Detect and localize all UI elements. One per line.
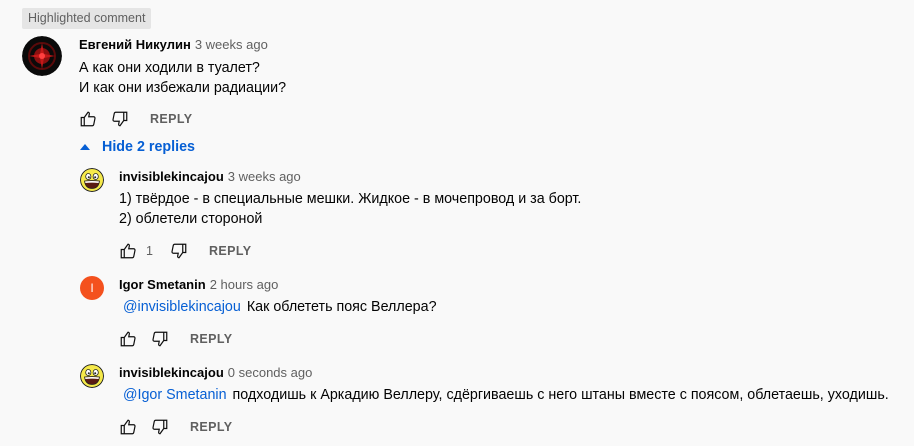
like-icon[interactable] bbox=[118, 329, 138, 349]
like-icon[interactable] bbox=[118, 241, 138, 261]
comment-text-line-2: И как они избежали радиации? bbox=[79, 80, 287, 96]
reply-button[interactable]: REPLY bbox=[190, 332, 233, 346]
avatar[interactable]: I bbox=[80, 276, 104, 300]
hide-replies-label: Hide 2 replies bbox=[102, 139, 195, 155]
dislike-icon[interactable] bbox=[110, 109, 130, 129]
reply-body: подходишь к Аркадию Веллеру, сдёргиваешь… bbox=[232, 387, 889, 403]
reply-button[interactable]: REPLY bbox=[190, 420, 233, 434]
reply-text: @Igor Smetanin подходишь к Аркадию Веллер… bbox=[123, 385, 889, 405]
comment-header: Евгений Никулин 3 weeks ago bbox=[79, 36, 268, 54]
reply-text-line-2: 2) облетели стороной bbox=[119, 211, 263, 227]
author-name[interactable]: invisiblekincajou bbox=[119, 365, 224, 380]
like-icon[interactable] bbox=[118, 417, 138, 437]
mention-link[interactable]: @Igor Smetanin bbox=[123, 387, 227, 403]
timestamp[interactable]: 3 weeks ago bbox=[195, 37, 268, 52]
avatar[interactable] bbox=[80, 364, 104, 388]
dislike-icon[interactable] bbox=[150, 417, 170, 437]
avatar[interactable] bbox=[22, 36, 62, 76]
reply-actions: 1 REPLY bbox=[118, 239, 251, 263]
hide-replies-button[interactable]: Hide 2 replies bbox=[78, 136, 195, 158]
like-icon[interactable] bbox=[78, 109, 98, 129]
avatar-image bbox=[22, 36, 62, 76]
comment-text-line-1: А как они ходили в туалет? bbox=[79, 60, 260, 76]
comment-header: invisiblekincajou 3 weeks ago bbox=[119, 168, 301, 186]
avatar-letter: I bbox=[90, 281, 94, 295]
highlighted-comment-badge: Highlighted comment bbox=[22, 8, 152, 29]
author-name[interactable]: Igor Smetanin bbox=[119, 277, 206, 292]
reply-button[interactable]: REPLY bbox=[150, 112, 193, 126]
author-name[interactable]: invisiblekincajou bbox=[119, 169, 224, 184]
reply-actions: REPLY bbox=[118, 415, 233, 439]
timestamp[interactable]: 0 seconds ago bbox=[228, 365, 313, 380]
caret-up-icon bbox=[80, 144, 90, 150]
dislike-icon[interactable] bbox=[150, 329, 170, 349]
reply-button[interactable]: REPLY bbox=[209, 244, 252, 258]
timestamp[interactable]: 2 hours ago bbox=[210, 277, 279, 292]
epic-face-avatar bbox=[80, 364, 104, 388]
reply-actions: REPLY bbox=[118, 327, 233, 351]
author-name[interactable]: Евгений Никулин bbox=[79, 37, 191, 52]
reply-text: @invisiblekincajou Как облететь пояс Велл… bbox=[123, 297, 437, 317]
mention-link[interactable]: @invisiblekincajou bbox=[123, 299, 241, 315]
comment-actions: REPLY bbox=[78, 107, 193, 131]
epic-face-avatar bbox=[80, 168, 104, 192]
reply-body: Как облететь пояс Веллера? bbox=[246, 299, 437, 315]
comment-header: Igor Smetanin 2 hours ago bbox=[119, 276, 278, 294]
avatar[interactable] bbox=[80, 168, 104, 192]
dislike-icon[interactable] bbox=[169, 241, 189, 261]
reply-text-line-1: 1) твёрдое - в специальные мешки. Жидкое… bbox=[119, 191, 582, 207]
timestamp[interactable]: 3 weeks ago bbox=[228, 169, 301, 184]
comment-header: invisiblekincajou 0 seconds ago bbox=[119, 364, 312, 382]
like-count: 1 bbox=[146, 244, 153, 258]
